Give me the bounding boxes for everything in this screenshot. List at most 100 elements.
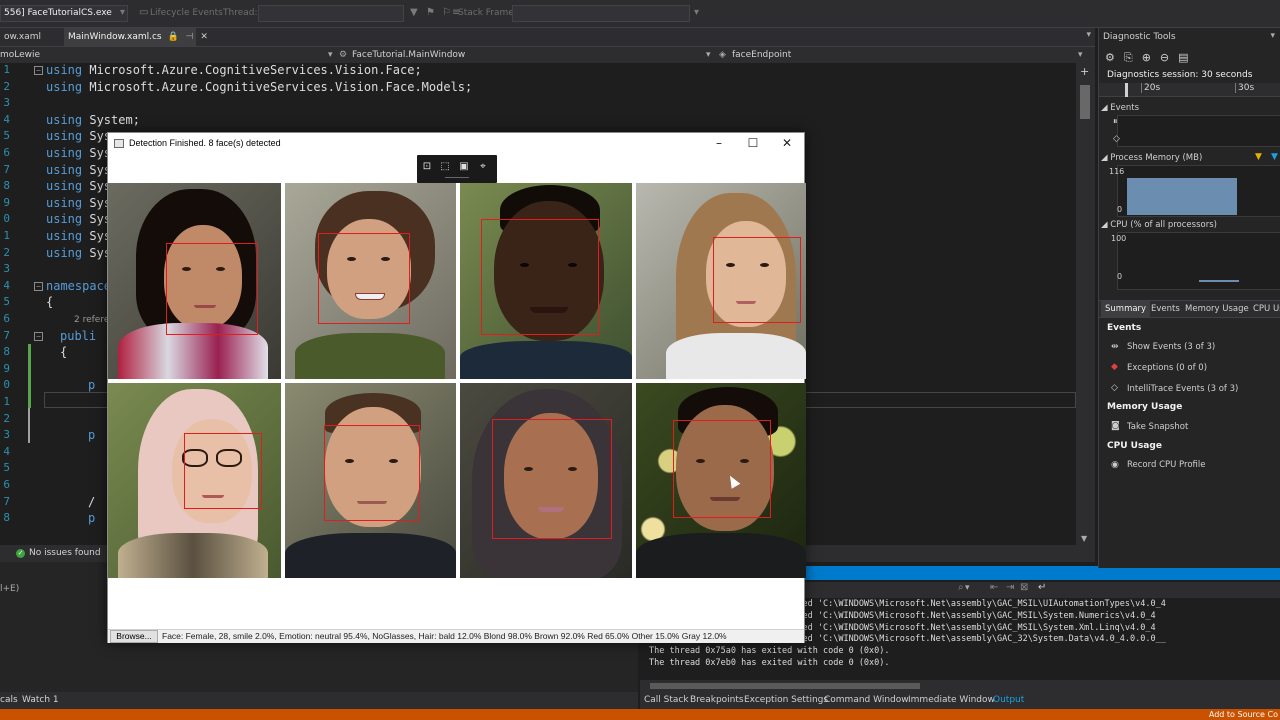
scrollbar-thumb[interactable]	[650, 683, 920, 689]
face-bounding-box[interactable]	[481, 219, 599, 335]
timeline-marker[interactable]	[1125, 83, 1128, 97]
tab-label: MainWindow.xaml.cs	[68, 32, 162, 42]
debug-tab-exception-settings[interactable]: Exception Settings	[744, 692, 828, 709]
intellitrace-link[interactable]: IntelliTrace Events (3 of 3)	[1127, 384, 1238, 394]
face-bounding-box[interactable]	[324, 425, 420, 521]
chevron-down-icon[interactable]: ▾	[965, 583, 970, 593]
goto-next-icon[interactable]: ⇥	[1006, 582, 1014, 593]
debug-tab-call-stack[interactable]: Call Stack	[644, 692, 689, 709]
line-number: 2	[3, 411, 10, 425]
debug-tab-breakpoints[interactable]: Breakpoints	[690, 692, 744, 709]
memory-section-header[interactable]: ◢ Process Memory (MB)	[1101, 153, 1202, 163]
code-text: p	[88, 428, 95, 442]
code-text: publi	[60, 329, 96, 343]
references-codelens[interactable]: 2 refere	[74, 315, 109, 325]
zoom-in-icon[interactable]: ⊕	[1142, 51, 1151, 64]
record-cpu-profile-button[interactable]: Record CPU Profile	[1127, 460, 1205, 470]
face-bounding-box[interactable]	[184, 433, 262, 509]
tab-summary[interactable]: Summary	[1101, 301, 1151, 317]
source-control-button[interactable]: Add to Source Co	[1209, 709, 1278, 720]
events-section-header[interactable]: ◢ Events	[1101, 103, 1139, 113]
report-icon[interactable]: ▤	[1178, 51, 1188, 64]
lifecycle-events-button[interactable]: Lifecycle Events	[150, 8, 223, 18]
collapse-icon[interactable]: −	[34, 66, 43, 75]
word-wrap-icon[interactable]: ↵	[1038, 582, 1046, 593]
take-snapshot-button[interactable]: Take Snapshot	[1127, 422, 1188, 432]
face-bounding-box[interactable]	[713, 237, 801, 323]
flag-icon[interactable]: ⚑	[426, 7, 435, 18]
filter-icon[interactable]: ▼	[410, 7, 418, 18]
maximize-button[interactable]: ☐	[736, 133, 770, 153]
cpu-axis-min: 0	[1117, 272, 1123, 281]
goto-icon[interactable]: ⇤	[990, 582, 998, 593]
pin-icon[interactable]: ⊣	[186, 32, 194, 42]
select-element-icon[interactable]: ⬚	[439, 161, 451, 173]
close-button[interactable]: ✕	[770, 133, 804, 153]
track-focus-icon[interactable]: ⌖	[477, 161, 489, 173]
minimize-button[interactable]: –	[702, 133, 736, 153]
shirt	[295, 333, 445, 379]
code-text: {	[46, 295, 53, 309]
debug-tab-output[interactable]: Output	[993, 692, 1024, 709]
more-icon[interactable]: ▾	[694, 7, 699, 18]
face-bounding-box[interactable]	[318, 233, 410, 324]
collapse-icon[interactable]: −	[34, 281, 43, 291]
face-bounding-box[interactable]	[166, 243, 258, 335]
code-line[interactable]: 4 using System;	[0, 113, 1076, 129]
editor-scrollbar[interactable]: + ▼	[1076, 63, 1095, 545]
code-text: using Sys	[46, 229, 111, 243]
collapse-icon[interactable]: −	[34, 331, 43, 341]
tab-memory-usage[interactable]: Memory Usage	[1181, 301, 1253, 317]
export-icon[interactable]: ⎘	[1124, 51, 1133, 64]
debug-tab-command-window[interactable]: Command Window	[824, 692, 909, 709]
tab-locals[interactable]: cals	[0, 692, 18, 709]
tab-mainwindow-cs[interactable]: MainWindow.xaml.cs 🔒 ⊣ ✕	[64, 28, 208, 46]
project-dropdown[interactable]: moLewie	[0, 47, 330, 63]
code-line[interactable]: 2 using Microsoft.Azure.CognitiveServices…	[0, 80, 1076, 96]
show-events-link[interactable]: Show Events (3 of 3)	[1127, 342, 1215, 352]
timeline-ruler[interactable]: 20s 30s	[1099, 83, 1280, 97]
keyword: p	[88, 428, 96, 443]
code-text: using Sys	[46, 196, 111, 210]
tab-overflow-icon[interactable]: ▾	[1086, 30, 1091, 40]
live-visual-tree-icon[interactable]: ⊡	[421, 161, 433, 173]
tab-watch-1[interactable]: Watch 1	[22, 692, 59, 709]
chevron-down-icon[interactable]: ▾	[706, 47, 711, 63]
scrollbar-thumb[interactable]	[1080, 85, 1090, 119]
window-titlebar[interactable]: Detection Finished. 8 face(s) detected –…	[108, 133, 804, 155]
class-dropdown[interactable]: FaceTutorial.MainWindow	[352, 47, 702, 63]
tab-events[interactable]: Events	[1147, 301, 1184, 317]
code-line[interactable]: 1 − using Microsoft.Azure.CognitiveService…	[0, 63, 1076, 79]
chevron-down-icon[interactable]: ▾	[1270, 31, 1275, 41]
line-number: 2	[3, 79, 10, 93]
close-icon[interactable]: ✕	[200, 32, 208, 42]
cpu-section-header[interactable]: ◢ CPU (% of all processors)	[1101, 220, 1217, 230]
tab-cpu-usage[interactable]: CPU Us	[1249, 301, 1280, 317]
scroll-down-icon[interactable]: ▼	[1081, 534, 1087, 543]
member-dropdown[interactable]: faceEndpoint	[732, 47, 1072, 63]
add-icon[interactable]: +	[1080, 65, 1089, 78]
browse-button[interactable]: Browse...	[110, 630, 158, 643]
debug-tab-immediate-window[interactable]: Immediate Window	[908, 692, 995, 709]
face-bounding-box[interactable]	[673, 420, 771, 518]
find-icon[interactable]: ⌕	[958, 582, 964, 593]
code-line[interactable]: 3	[0, 96, 1076, 112]
tab-xaml[interactable]: ow.xaml	[0, 28, 45, 46]
gear-icon[interactable]: ⚙	[1105, 51, 1115, 64]
chevron-down-icon[interactable]: ▾	[328, 47, 333, 63]
thread-selector[interactable]	[258, 5, 404, 22]
flag-off-icon[interactable]: ⚐	[442, 7, 451, 18]
chevron-down-icon[interactable]: ▾	[1078, 47, 1083, 63]
exceptions-link[interactable]: Exceptions (0 of 0)	[1127, 363, 1207, 373]
events-track[interactable]	[1117, 115, 1280, 147]
output-scrollbar[interactable]	[640, 680, 1280, 692]
zoom-out-icon[interactable]: ⊖	[1160, 51, 1169, 64]
clear-icon[interactable]: ⊠	[1020, 582, 1028, 593]
stack-frame-selector[interactable]	[512, 5, 690, 22]
process-selector[interactable]: 556] FaceTutorialCS.exe	[0, 5, 128, 22]
issues-label[interactable]: No issues found	[29, 545, 101, 562]
face-bounding-box[interactable]	[492, 419, 612, 539]
adorner-icon[interactable]: ▣	[458, 161, 470, 173]
chevron-down-icon[interactable]: ▾	[120, 7, 125, 18]
code-text: using Sys	[46, 246, 111, 260]
